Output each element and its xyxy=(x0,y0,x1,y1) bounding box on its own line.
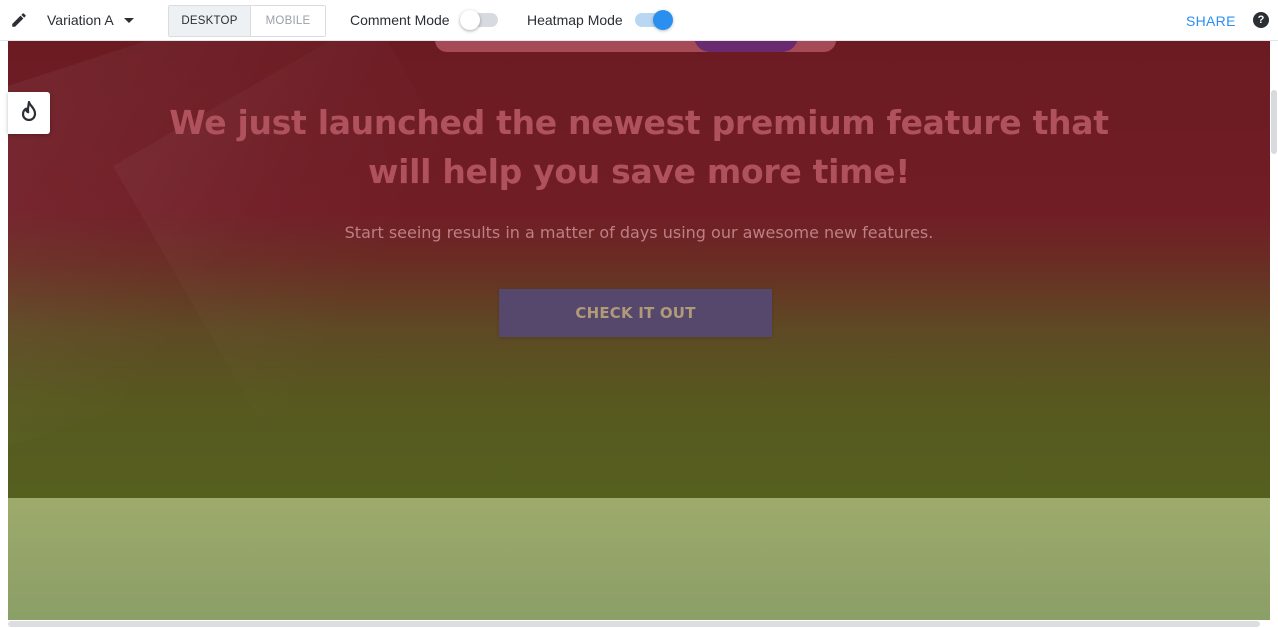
hero-subtext: Start seeing results in a matter of days… xyxy=(344,223,934,242)
lower-section xyxy=(8,498,1270,620)
toggle-knob xyxy=(652,10,673,30)
question-circle-icon[interactable]: ? xyxy=(1253,12,1269,28)
device-toggle-group: DESKTOP MOBILE xyxy=(168,5,326,37)
heatmap-mode-toggle[interactable] xyxy=(634,10,673,30)
heatmap-panel-button[interactable] xyxy=(8,92,50,134)
comment-mode-toggle[interactable] xyxy=(459,10,498,30)
desktop-button[interactable]: DESKTOP xyxy=(169,6,251,36)
chevron-down-icon xyxy=(123,17,134,23)
toggle-knob xyxy=(459,10,480,30)
horizontal-scrollbar-thumb[interactable] xyxy=(8,621,1260,627)
mobile-button[interactable]: MOBILE xyxy=(251,6,325,36)
hero-image-detail xyxy=(694,41,798,52)
hero-headline: We just launched the newest premium feat… xyxy=(169,103,1109,191)
comment-mode-control: Comment Mode xyxy=(350,10,498,30)
pencil-icon[interactable] xyxy=(10,11,28,29)
share-button[interactable]: SHARE xyxy=(1186,13,1236,29)
variation-selector[interactable]: Variation A xyxy=(47,12,134,28)
page-preview: We just launched the newest premium feat… xyxy=(8,41,1270,620)
flame-icon xyxy=(20,100,38,126)
check-it-out-button[interactable]: CHECK IT OUT xyxy=(499,289,772,337)
vertical-scrollbar-thumb[interactable] xyxy=(1271,90,1277,154)
comment-mode-label: Comment Mode xyxy=(350,12,450,28)
variation-label: Variation A xyxy=(47,12,114,28)
heatmap-mode-control: Heatmap Mode xyxy=(527,10,673,30)
heatmap-mode-label: Heatmap Mode xyxy=(527,12,623,28)
hero-section: We just launched the newest premium feat… xyxy=(8,41,1270,498)
editor-toolbar: Variation A DESKTOP MOBILE Comment Mode … xyxy=(0,0,1278,41)
